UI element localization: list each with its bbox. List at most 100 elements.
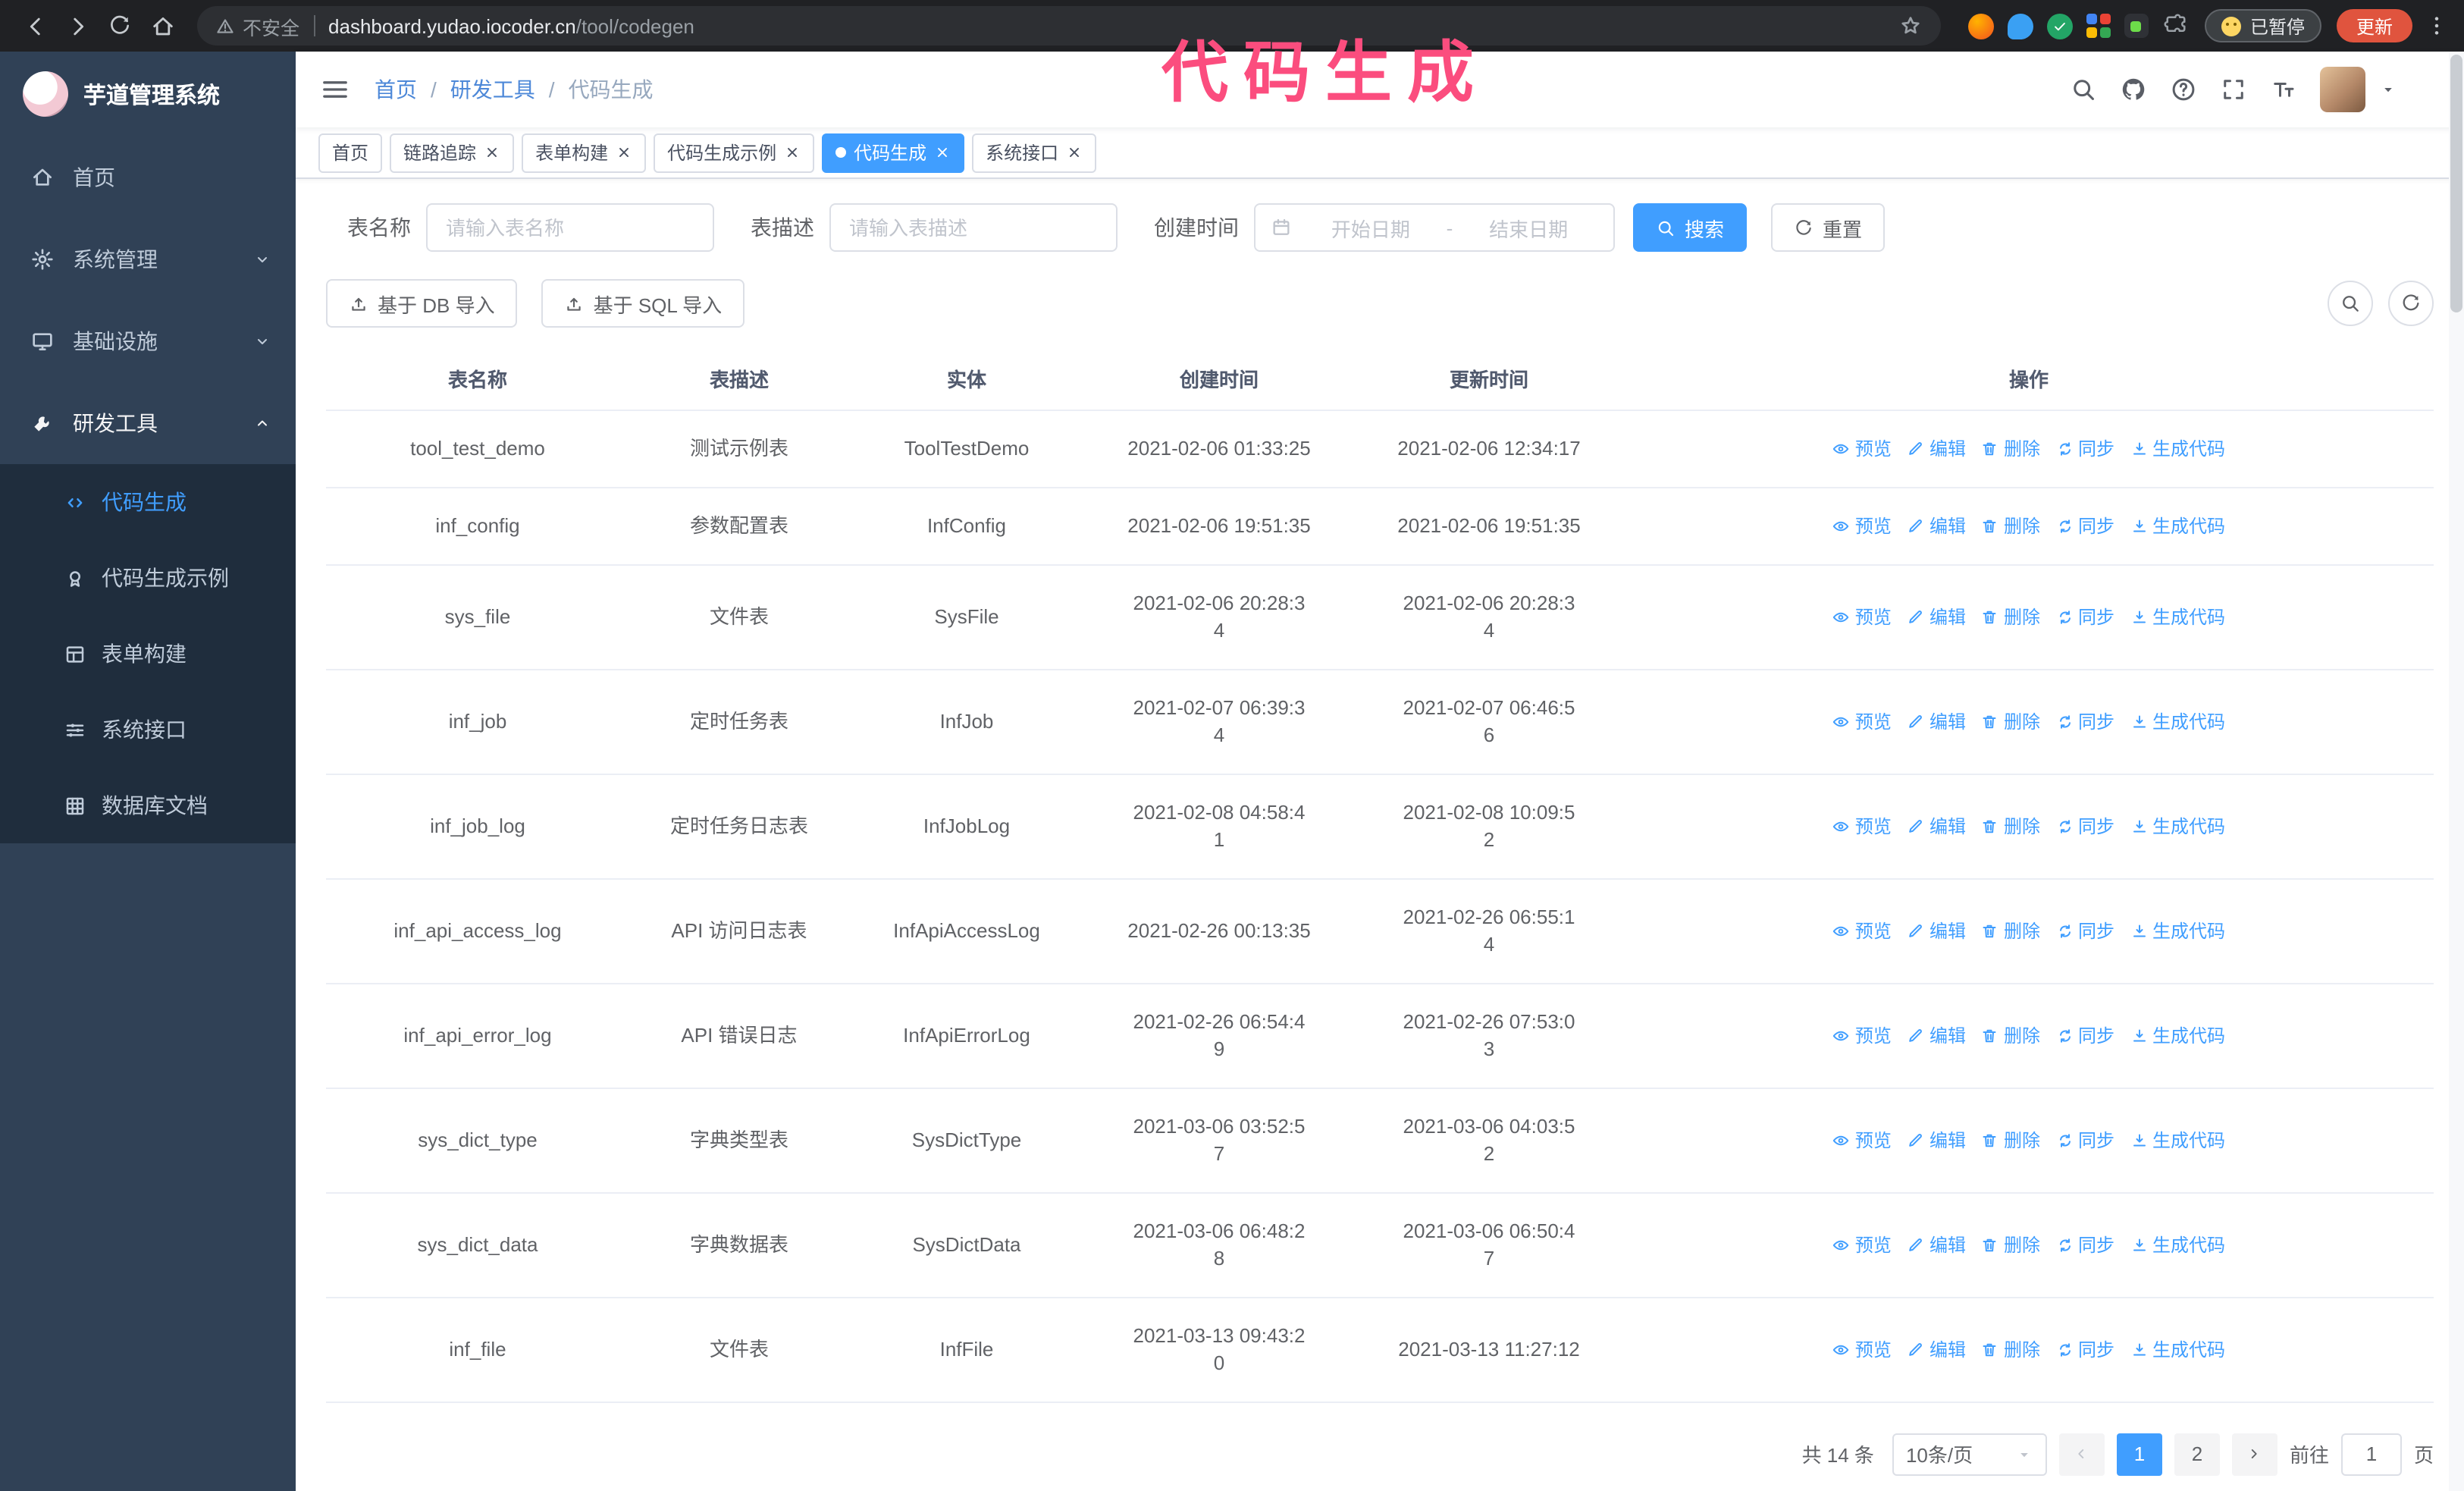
table-desc-input[interactable] [829, 203, 1118, 252]
delete-action[interactable]: 删除 [1981, 708, 2040, 735]
preview-action[interactable]: 预览 [1832, 812, 1892, 840]
fullscreen-icon[interactable] [2220, 76, 2247, 103]
scrollbar-thumb[interactable] [2450, 55, 2462, 312]
extension-green-check-icon[interactable] [2046, 13, 2073, 39]
sync-action[interactable]: 同步 [2055, 512, 2114, 539]
generate-code-action[interactable]: 生成代码 [2130, 512, 2225, 539]
sync-action[interactable]: 同步 [2055, 1022, 2114, 1049]
edit-action[interactable]: 编辑 [1907, 1126, 1966, 1154]
edit-action[interactable]: 编辑 [1907, 812, 1966, 840]
generate-code-action[interactable]: 生成代码 [2130, 1022, 2225, 1049]
security-chip[interactable]: 不安全 [215, 11, 299, 40]
page-scrollbar[interactable] [2449, 52, 2464, 1491]
sync-action[interactable]: 同步 [2055, 1336, 2114, 1363]
delete-action[interactable]: 删除 [1981, 1231, 2040, 1258]
import-db-button[interactable]: 基于 DB 导入 [326, 279, 518, 328]
preview-action[interactable]: 预览 [1832, 708, 1892, 735]
preview-action[interactable]: 预览 [1832, 603, 1892, 630]
sync-action[interactable]: 同步 [2055, 917, 2114, 944]
pagination-prev-button[interactable] [2058, 1433, 2105, 1475]
preview-action[interactable]: 预览 [1832, 1126, 1892, 1154]
toggle-search-button[interactable] [2328, 281, 2373, 326]
sidebar-item-form-builder[interactable]: 表单构建 [0, 616, 296, 692]
extension-blue-icon[interactable] [2007, 13, 2033, 39]
breadcrumb-devtools[interactable]: 研发工具 [450, 74, 535, 105]
create-time-range-picker[interactable]: 开始日期 - 结束日期 [1254, 203, 1615, 252]
import-sql-button[interactable]: 基于 SQL 导入 [541, 279, 745, 328]
sidebar-item-system-api[interactable]: 系统接口 [0, 692, 296, 767]
page-size-select[interactable]: 10条/页 [1892, 1433, 2047, 1475]
generate-code-action[interactable]: 生成代码 [2130, 917, 2225, 944]
edit-action[interactable]: 编辑 [1907, 435, 1966, 462]
extension-grid-icon[interactable] [2086, 14, 2111, 38]
font-size-icon[interactable] [2270, 76, 2297, 103]
github-icon[interactable] [2120, 76, 2147, 103]
breadcrumb-home[interactable]: 首页 [375, 74, 417, 105]
tab-system-api[interactable]: 系统接口 [972, 133, 1097, 172]
sidebar-item-system[interactable]: 系统管理 [0, 218, 296, 300]
sidebar-item-codegen-example[interactable]: 代码生成示例 [0, 540, 296, 616]
generate-code-action[interactable]: 生成代码 [2130, 708, 2225, 735]
sync-action[interactable]: 同步 [2055, 708, 2114, 735]
preview-action[interactable]: 预览 [1832, 917, 1892, 944]
generate-code-action[interactable]: 生成代码 [2130, 1126, 2225, 1154]
tab-link-tracing[interactable]: 链路追踪 [390, 133, 515, 172]
start-date-placeholder[interactable]: 开始日期 [1301, 213, 1440, 242]
tab-codegen[interactable]: 代码生成 [822, 133, 965, 172]
pagination-next-button[interactable] [2231, 1433, 2277, 1475]
generate-code-action[interactable]: 生成代码 [2130, 812, 2225, 840]
reload-button[interactable] [100, 6, 140, 46]
edit-action[interactable]: 编辑 [1907, 603, 1966, 630]
sidebar-item-db-doc[interactable]: 数据库文档 [0, 767, 296, 843]
sync-action[interactable]: 同步 [2055, 603, 2114, 630]
forward-button[interactable] [58, 6, 97, 46]
browser-menu-icon[interactable] [2425, 14, 2449, 38]
sidebar-item-devtools[interactable]: 研发工具 [0, 382, 296, 464]
delete-action[interactable]: 删除 [1981, 917, 2040, 944]
back-button[interactable] [15, 6, 55, 46]
generate-code-action[interactable]: 生成代码 [2130, 1336, 2225, 1363]
edit-action[interactable]: 编辑 [1907, 1336, 1966, 1363]
preview-action[interactable]: 预览 [1832, 1231, 1892, 1258]
help-icon[interactable] [2170, 76, 2197, 103]
sync-action[interactable]: 同步 [2055, 1231, 2114, 1258]
delete-action[interactable]: 删除 [1981, 512, 2040, 539]
address-bar[interactable]: 不安全 dashboard.yudao.iocoder.cn/tool/code… [197, 6, 1941, 46]
edit-action[interactable]: 编辑 [1907, 917, 1966, 944]
edit-action[interactable]: 编辑 [1907, 1022, 1966, 1049]
delete-action[interactable]: 删除 [1981, 435, 2040, 462]
end-date-placeholder[interactable]: 结束日期 [1459, 213, 1598, 242]
sidebar-item-home[interactable]: 首页 [0, 137, 296, 218]
generate-code-action[interactable]: 生成代码 [2130, 1231, 2225, 1258]
generate-code-action[interactable]: 生成代码 [2130, 435, 2225, 462]
close-icon[interactable] [784, 144, 801, 161]
generate-code-action[interactable]: 生成代码 [2130, 603, 2225, 630]
sidebar-item-codegen[interactable]: 代码生成 [0, 464, 296, 540]
sync-action[interactable]: 同步 [2055, 812, 2114, 840]
paused-badge[interactable]: 已暂停 [2204, 9, 2321, 42]
close-icon[interactable] [934, 144, 951, 161]
close-icon[interactable] [484, 144, 500, 161]
edit-action[interactable]: 编辑 [1907, 1231, 1966, 1258]
user-avatar[interactable] [2320, 67, 2365, 112]
table-name-input[interactable] [426, 203, 714, 252]
sync-action[interactable]: 同步 [2055, 435, 2114, 462]
preview-action[interactable]: 预览 [1832, 435, 1892, 462]
search-button[interactable]: 搜索 [1633, 203, 1748, 252]
delete-action[interactable]: 删除 [1981, 812, 2040, 840]
pagination-page-1[interactable]: 1 [2116, 1433, 2162, 1475]
close-icon[interactable] [616, 144, 632, 161]
sync-action[interactable]: 同步 [2055, 1126, 2114, 1154]
edit-action[interactable]: 编辑 [1907, 708, 1966, 735]
extensions-puzzle-icon[interactable] [2162, 12, 2190, 39]
delete-action[interactable]: 删除 [1981, 1336, 2040, 1363]
preview-action[interactable]: 预览 [1832, 512, 1892, 539]
tab-home[interactable]: 首页 [318, 133, 383, 172]
bookmark-star-icon[interactable] [1898, 14, 1923, 38]
close-icon[interactable] [1066, 144, 1083, 161]
sidebar-item-infra[interactable]: 基础设施 [0, 300, 296, 382]
extension-dark-icon[interactable] [2124, 14, 2149, 38]
preview-action[interactable]: 预览 [1832, 1022, 1892, 1049]
goto-page-input[interactable] [2340, 1433, 2402, 1475]
delete-action[interactable]: 删除 [1981, 1022, 2040, 1049]
